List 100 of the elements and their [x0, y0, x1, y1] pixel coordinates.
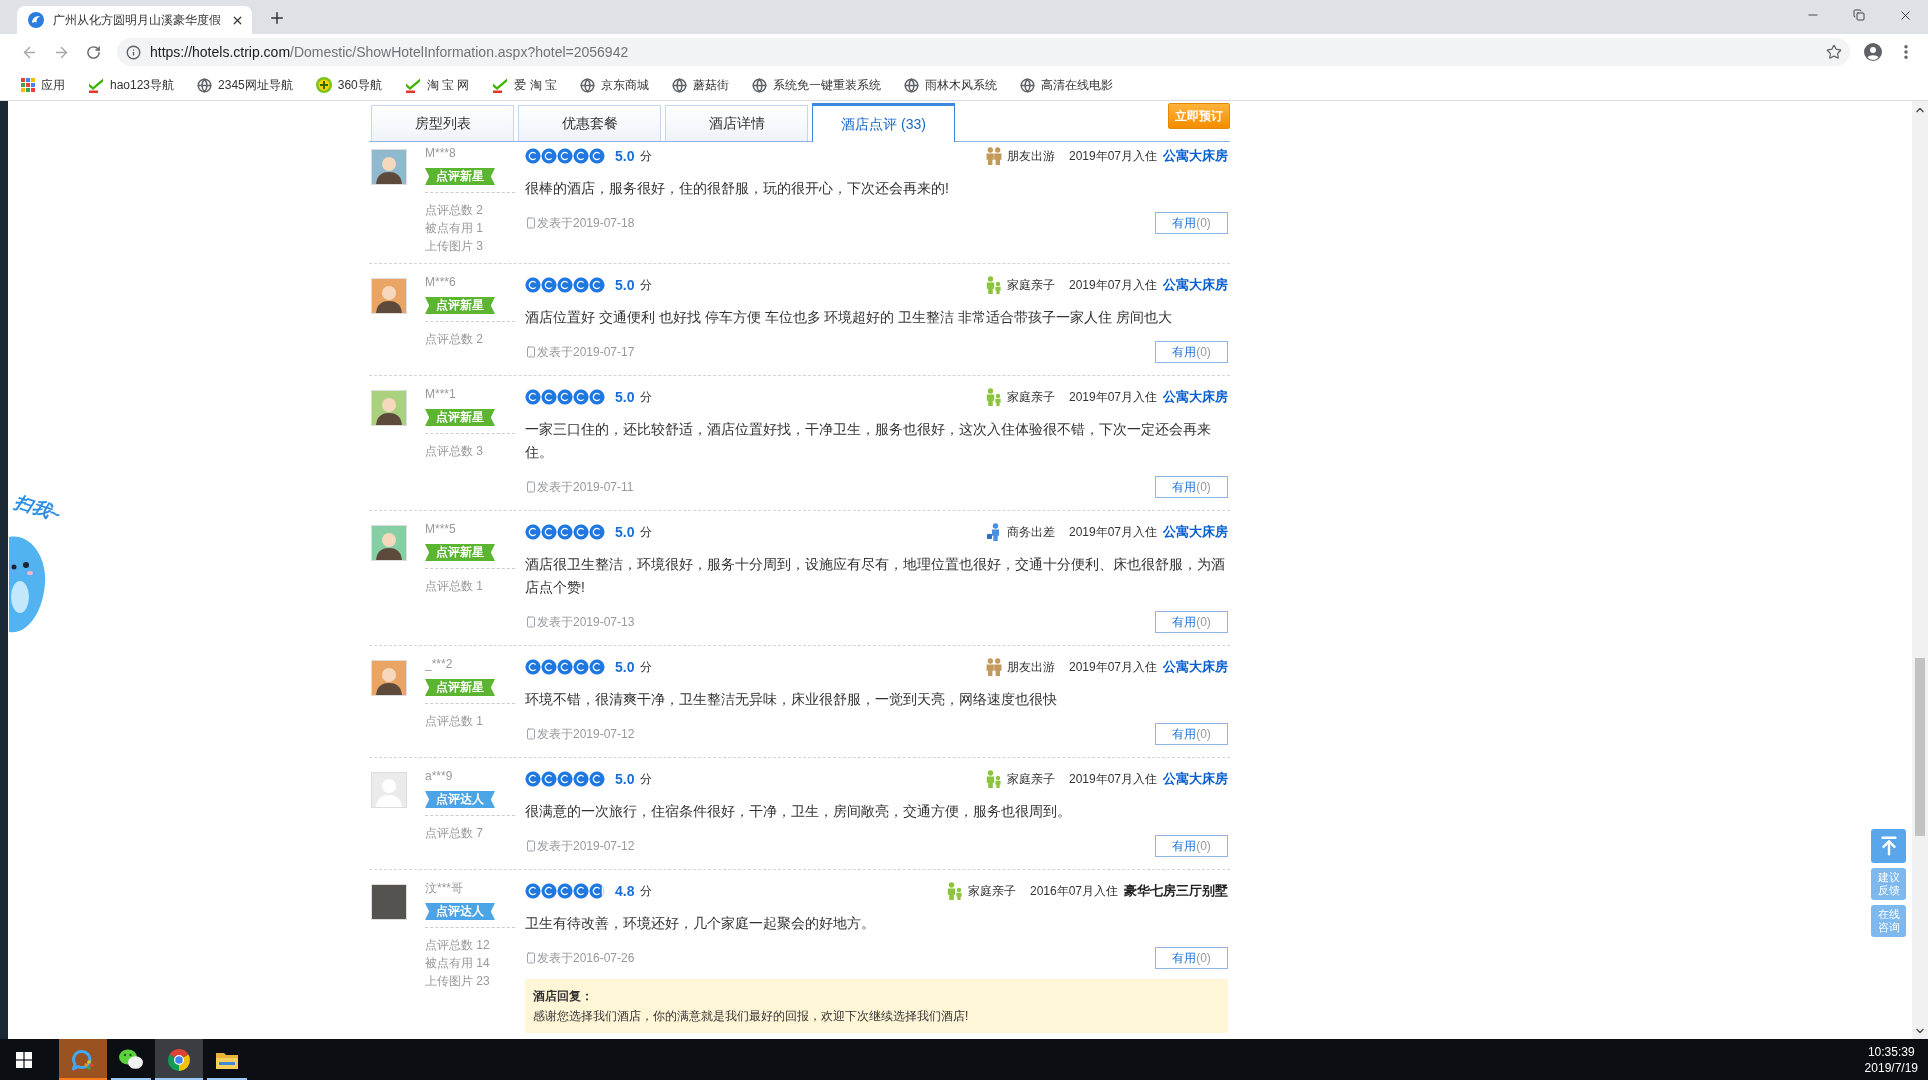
bookmark-link[interactable]: 2345网址导航: [192, 76, 298, 94]
globe-icon: [904, 77, 920, 93]
scrollbar-thumb[interactable]: [1915, 658, 1925, 836]
rating-dot-icon: [589, 771, 605, 787]
bookmark-link[interactable]: 系统免一键重装系统: [747, 76, 887, 94]
rating-dot-icon: [557, 389, 573, 405]
page-tab[interactable]: 房型列表: [371, 105, 514, 141]
bookmark-link[interactable]: 淘 宝 网: [399, 76, 475, 94]
phone-icon: [525, 840, 537, 852]
useful-button[interactable]: 有用(0): [1155, 476, 1228, 498]
useful-button[interactable]: 有用(0): [1155, 835, 1228, 857]
tab-title: 广州从化方圆明月山溪豪华度假: [53, 12, 222, 29]
review-text: 酒店位置好 交通便利 也好找 停车方便 车位也多 环境超好的 卫生整洁 非常适合带孩子一家人住 房间也大: [525, 308, 1174, 327]
bookmark-link[interactable]: 京东商城: [575, 76, 655, 94]
room-type-link[interactable]: 公寓大床房: [1163, 146, 1228, 166]
post-date: 发表于2019-07-11: [537, 479, 634, 496]
address-bar[interactable]: https://hotels.ctrip.com/Domestic/ShowHotelInformation.aspx?hotel=2056942: [117, 38, 1850, 66]
rating-dot-icon: [589, 883, 605, 899]
room-type-link[interactable]: 公寓大床房: [1163, 657, 1228, 677]
rating-score: 5.0: [615, 522, 635, 542]
promo-text[interactable]: 扫我~: [10, 488, 64, 529]
trip-type: 家庭亲子: [1006, 277, 1055, 294]
bookmark-link[interactable]: hao123导航: [83, 76, 180, 94]
default-avatar: [371, 772, 407, 808]
back-to-top-button[interactable]: [1871, 829, 1906, 863]
room-type-link[interactable]: 公寓大床房: [1163, 275, 1228, 295]
user-stat: 点评总数 12: [425, 937, 491, 954]
useful-button[interactable]: 有用(0): [1155, 723, 1228, 745]
two-people-icon: [985, 658, 1002, 676]
bookmark-link[interactable]: 应用: [16, 76, 70, 94]
rating-dot-icon: [541, 277, 557, 293]
reload-icon: [85, 44, 101, 60]
stay-date: 2019年07月入住: [1068, 659, 1157, 676]
rating-dot-icon: [541, 148, 557, 164]
rating-dot-icon: [525, 659, 541, 675]
rating-score: 5.0: [615, 275, 635, 295]
family-icon: [985, 770, 1002, 788]
stay-date: 2019年07月入住: [1068, 148, 1157, 165]
clock-date: 2019/7/19: [1864, 1059, 1918, 1076]
rating-score: 5.0: [615, 146, 635, 166]
taskbar-app-button[interactable]: [155, 1039, 203, 1080]
person-briefcase-icon: [985, 523, 1002, 541]
useful-button[interactable]: 有用(0): [1155, 611, 1228, 633]
bookmark-link[interactable]: 高清在线电影: [1015, 76, 1119, 94]
user-stat: 点评总数 1: [425, 578, 484, 595]
post-date: 发表于2019-07-13: [537, 614, 635, 631]
rating-score: 5.0: [615, 769, 635, 789]
rating-unit: 分: [640, 883, 653, 900]
rating-dot-icon: [525, 883, 541, 899]
user-name: M***8: [425, 145, 457, 161]
room-type-link[interactable]: 公寓大床房: [1163, 387, 1228, 407]
rating-dot-icon: [541, 389, 557, 405]
trip-type: 朋友出游: [1006, 148, 1055, 165]
bookmark-link[interactable]: 蘑菇街: [667, 76, 735, 94]
bookmark-star-icon[interactable]: [1826, 44, 1842, 60]
page-tab[interactable]: 优惠套餐: [518, 105, 661, 141]
useful-button[interactable]: 有用(0): [1155, 947, 1228, 969]
rating-dot-icon: [525, 389, 541, 405]
useful-button[interactable]: 有用(0): [1155, 212, 1228, 234]
review-text: 环境不错，很清爽干净，卫生整洁无异味，床业很舒服，一觉到天亮，网络速度也很快: [525, 690, 1058, 709]
bookmark-link[interactable]: 360导航: [310, 76, 387, 94]
rating-dot-icon: [589, 148, 605, 164]
bookmark-link[interactable]: 雨林木风系统: [899, 76, 1003, 94]
rating-unit: 分: [640, 524, 653, 541]
two-people-icon: [985, 147, 1002, 165]
review-tab[interactable]: 酒店点评 (33): [812, 103, 955, 142]
new-tab-icon[interactable]: [268, 9, 286, 27]
room-type-link[interactable]: 公寓大床房: [1163, 769, 1228, 789]
checkmark-icon: [404, 77, 421, 93]
user-level-badge: 点评新星: [425, 409, 495, 426]
rating-dot-icon: [589, 389, 605, 405]
family-icon: [985, 388, 1002, 406]
rating-score: 5.0: [615, 657, 635, 677]
page-tab[interactable]: 酒店详情: [665, 105, 808, 141]
rating-dot-icon: [573, 389, 589, 405]
bookmark-link[interactable]: 爱 淘 宝: [487, 76, 563, 94]
info-icon: [126, 44, 141, 60]
room-type-link[interactable]: 公寓大床房: [1163, 522, 1228, 542]
post-date: 发表于2019-07-12: [537, 726, 635, 743]
url-text: https://hotels.ctrip.com/Domestic/ShowHotelInformation.aspx?hotel=2056942: [150, 42, 629, 62]
trip-type: 家庭亲子: [967, 883, 1016, 900]
rating-dot-icon: [557, 524, 573, 540]
account-icon[interactable]: [1864, 43, 1882, 61]
globe-icon: [580, 77, 596, 93]
stay-date: 2019年07月入住: [1068, 389, 1157, 406]
scrollbar[interactable]: [1912, 101, 1928, 1039]
user-stat: 上传图片 3: [425, 238, 484, 255]
stay-date: 2019年07月入住: [1068, 277, 1157, 294]
rating-unit: 分: [640, 389, 653, 406]
restore-icon: [1853, 9, 1865, 21]
user-name: 汶***哥: [425, 880, 464, 896]
post-date: 发表于2019-07-12: [537, 838, 635, 855]
rating-dot-icon: [573, 659, 589, 675]
globe-icon: [1020, 77, 1036, 93]
user-level-badge: 点评达人: [425, 791, 495, 808]
useful-button[interactable]: 有用(0): [1155, 341, 1228, 363]
browser-tab[interactable]: 广州从化方圆明月山溪豪华度假: [17, 6, 252, 34]
user-level-badge: 点评新星: [425, 297, 495, 314]
rating-unit: 分: [640, 659, 653, 676]
rating-dot-icon: [541, 771, 557, 787]
